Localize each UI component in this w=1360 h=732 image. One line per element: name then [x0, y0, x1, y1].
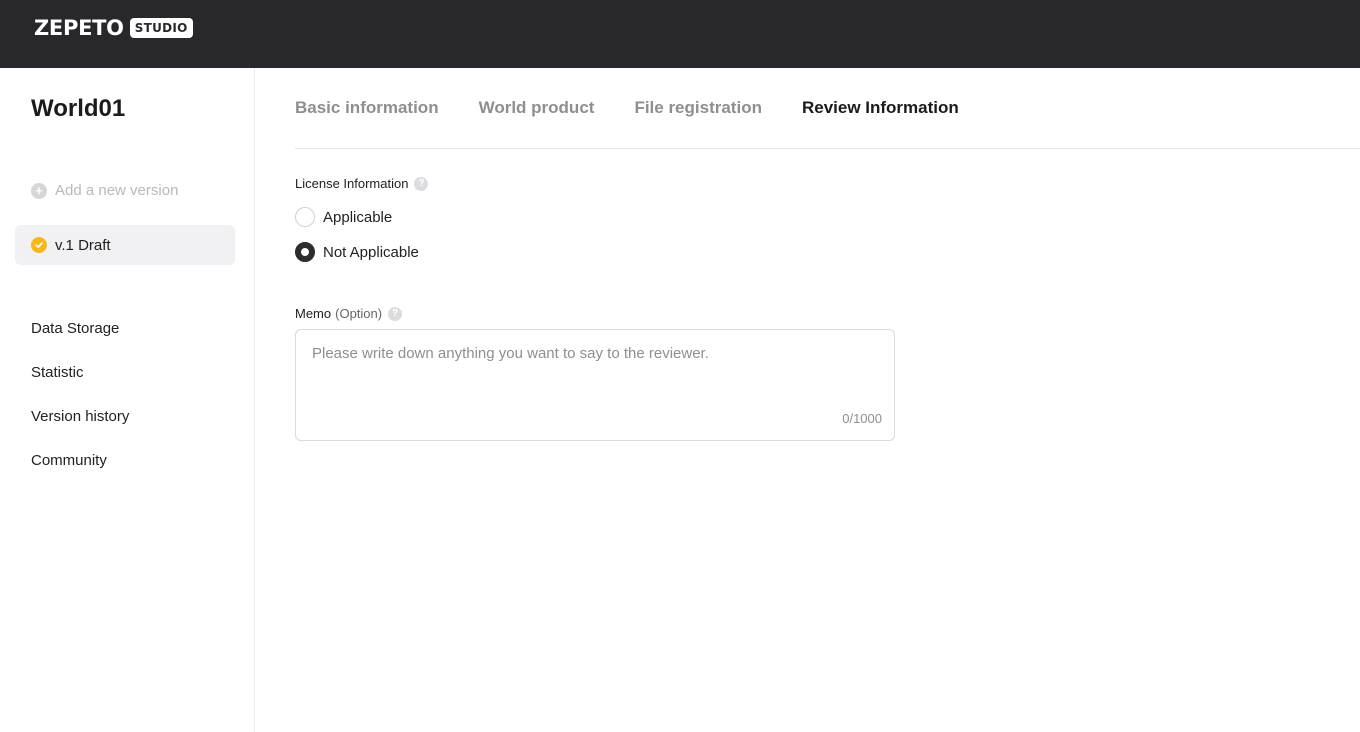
logo-wordmark: ZEPETO [34, 16, 124, 40]
tab-bar: Basic information World product File reg… [295, 98, 999, 118]
license-option-applicable[interactable]: Applicable [295, 207, 392, 227]
memo-optional-label: (Option) [335, 306, 383, 321]
memo-field: 0/1000 [295, 329, 895, 441]
radio-button-applicable[interactable] [295, 207, 315, 227]
top-bar: ZEPETO STUDIO [0, 0, 1360, 68]
tab-file-registration[interactable]: File registration [634, 98, 762, 118]
radio-button-not-applicable[interactable] [295, 242, 315, 262]
sidebar-item-data-storage[interactable]: Data Storage [31, 319, 129, 363]
tab-review-information[interactable]: Review Information [802, 98, 959, 118]
tab-world-product[interactable]: World product [479, 98, 595, 118]
radio-label-applicable: Applicable [323, 208, 393, 226]
memo-section-label: Memo (Option) ? [295, 306, 403, 321]
sidebar-nav: Data Storage Statistic Version history C… [31, 319, 129, 495]
sidebar-item-version-history[interactable]: Version history [31, 407, 129, 451]
add-version-button[interactable]: + Add a new version [31, 182, 178, 199]
license-label: License Information [295, 176, 409, 191]
logo-badge: STUDIO [129, 18, 193, 38]
sidebar-item-community[interactable]: Community [31, 451, 129, 495]
sidebar-item-statistic[interactable]: Statistic [31, 363, 129, 407]
license-option-not-applicable[interactable]: Not Applicable [295, 242, 419, 262]
help-icon[interactable]: ? [414, 176, 429, 191]
world-title: World01 [31, 95, 126, 122]
help-icon[interactable]: ? [388, 306, 403, 321]
plus-circle-icon: + [31, 182, 47, 199]
memo-label: Memo [295, 306, 332, 321]
memo-textarea[interactable] [296, 330, 894, 440]
zepeto-studio-logo[interactable]: ZEPETO STUDIO [34, 16, 193, 40]
tabs-divider [295, 148, 1360, 149]
version-item-v1-draft[interactable]: v.1 Draft [15, 225, 235, 265]
add-version-label: Add a new version [55, 182, 179, 199]
sidebar: World01 + Add a new version v.1 Draft Da… [0, 68, 255, 732]
radio-label-not-applicable: Not Applicable [323, 243, 419, 261]
tab-basic-information[interactable]: Basic information [295, 98, 439, 118]
license-section-label: License Information ? [295, 176, 429, 191]
check-circle-icon [31, 237, 47, 253]
version-label: v.1 Draft [55, 236, 111, 254]
memo-character-counter: 0/1000 [842, 411, 882, 426]
